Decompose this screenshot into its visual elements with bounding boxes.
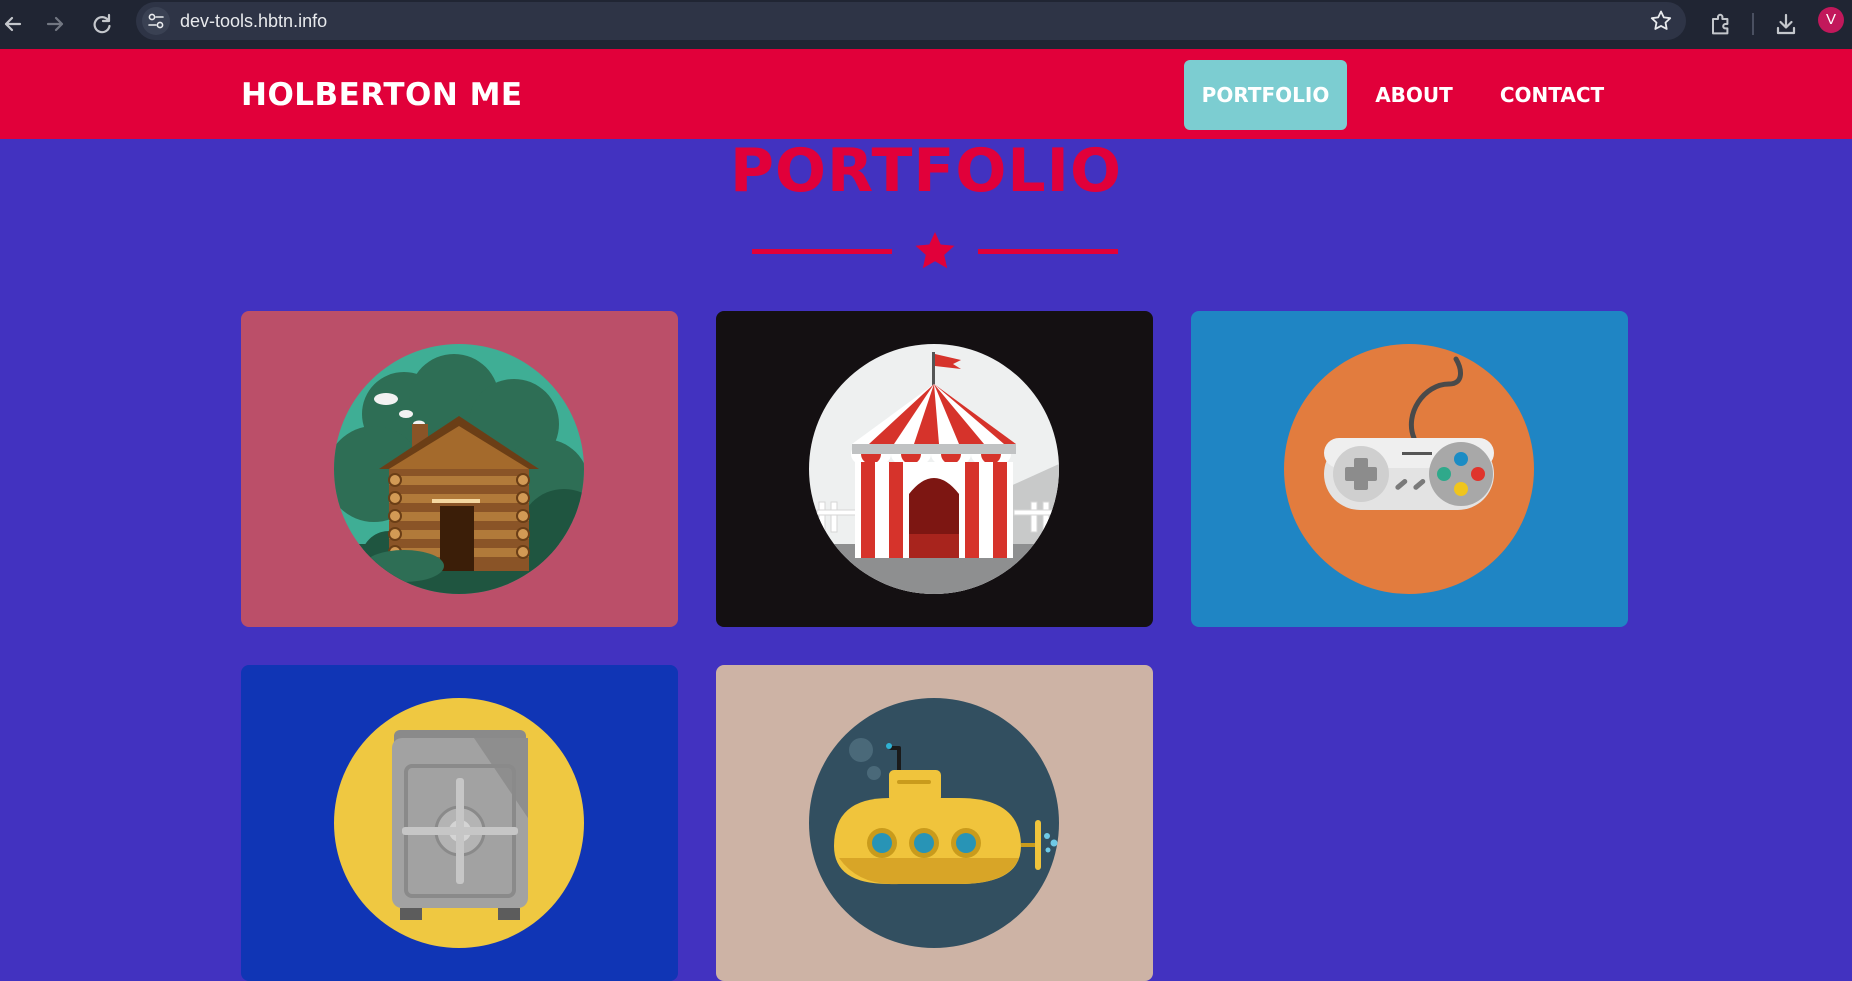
bookmark-star-icon[interactable] — [1648, 8, 1674, 34]
divider-line-left — [752, 249, 892, 254]
site-header: HOLBERTON ME PORTFOLIO ABOUT CONTACT — [0, 49, 1852, 139]
star-divider — [752, 232, 1118, 269]
portfolio-item-controller[interactable] — [1191, 311, 1628, 627]
page-title: PORTFOLIO — [730, 136, 1122, 206]
nav-contact[interactable]: CONTACT — [1490, 60, 1614, 130]
portfolio-item-cabin[interactable] — [241, 311, 678, 627]
submarine-image — [809, 698, 1059, 948]
portfolio-item-submarine[interactable] — [716, 665, 1153, 981]
address-bar[interactable]: dev-tools.hbtn.info — [136, 2, 1686, 40]
nav-about[interactable]: ABOUT — [1366, 60, 1462, 130]
brand-logo[interactable]: HOLBERTON ME — [241, 49, 523, 139]
log-cabin-image — [334, 344, 584, 594]
extensions-icon[interactable] — [1706, 9, 1736, 39]
safe-image — [334, 698, 584, 948]
site-info-icon[interactable] — [142, 7, 170, 35]
nav-portfolio[interactable]: PORTFOLIO — [1184, 60, 1347, 130]
game-controller-image — [1284, 344, 1534, 594]
divider-line-right — [978, 249, 1118, 254]
portfolio-item-circus[interactable] — [716, 311, 1153, 627]
circus-tent-image — [809, 344, 1059, 594]
forward-arrow-icon[interactable] — [40, 9, 70, 39]
toolbar-separator — [1752, 13, 1754, 35]
star-icon — [915, 232, 955, 269]
reload-icon[interactable] — [87, 9, 117, 39]
browser-toolbar: dev-tools.hbtn.info V — [0, 0, 1852, 49]
url-text[interactable]: dev-tools.hbtn.info — [180, 2, 327, 40]
profile-avatar[interactable]: V — [1818, 7, 1844, 33]
portfolio-item-safe[interactable] — [241, 665, 678, 981]
back-arrow-icon[interactable] — [0, 9, 28, 39]
download-icon[interactable] — [1771, 9, 1801, 39]
